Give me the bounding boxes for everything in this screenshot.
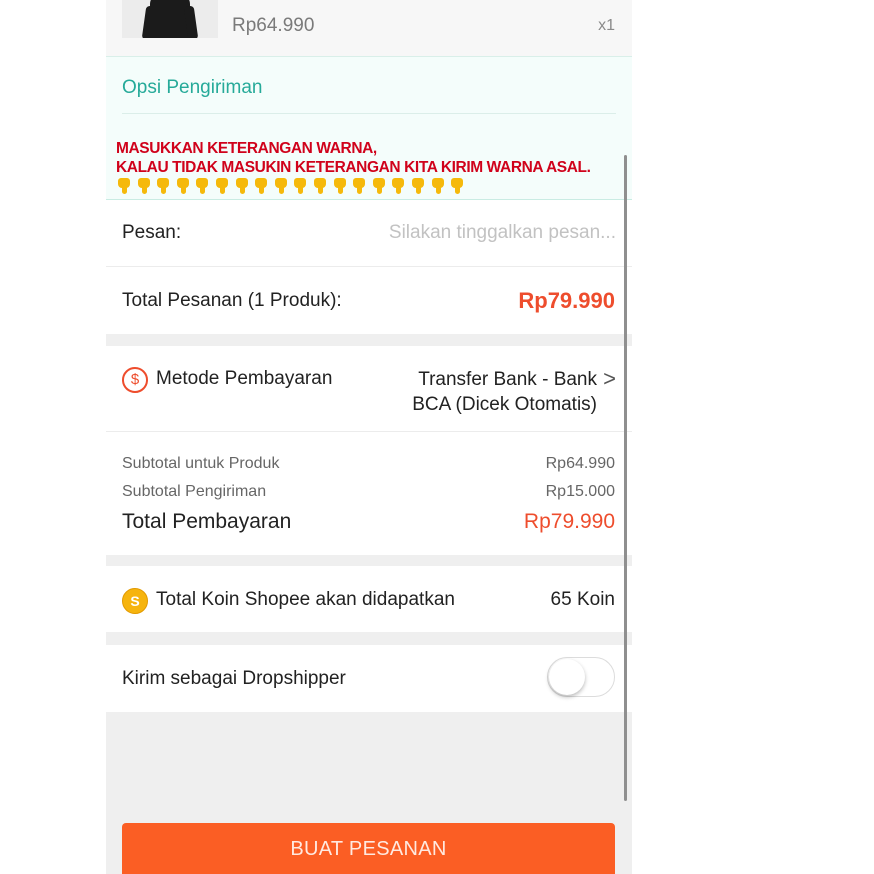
notice-line-2: KALAU TIDAK MASUKIN KETERANGAN KITA KIRI… bbox=[116, 159, 591, 176]
pointing-down-hand-icon bbox=[116, 178, 132, 194]
coins-value: 65 Koin bbox=[550, 589, 615, 610]
total-payment-value: Rp79.990 bbox=[523, 510, 615, 533]
pointing-down-hand-icon bbox=[214, 178, 230, 194]
shipping-options-section[interactable]: Opsi Pengiriman MASUKKAN KETERANGAN WARN… bbox=[106, 57, 632, 200]
scrollbar[interactable] bbox=[624, 155, 627, 801]
payment-value-line-2: BCA (Dicek Otomatis) bbox=[412, 394, 597, 415]
pointing-down-hand-icon bbox=[175, 178, 191, 194]
total-payment-label: Total Pembayaran bbox=[122, 510, 292, 533]
coins-label: Total Koin Shopee akan didapatkan bbox=[156, 589, 455, 610]
divider bbox=[122, 113, 616, 114]
pointing-down-emoji-row bbox=[116, 178, 465, 196]
shopee-coin-icon: S bbox=[122, 588, 148, 614]
pointing-down-hand-icon bbox=[292, 178, 308, 194]
dropshipper-toggle[interactable] bbox=[547, 657, 615, 697]
pointing-down-hand-icon bbox=[312, 178, 328, 194]
dollar-icon: $ bbox=[122, 367, 148, 393]
pointing-down-hand-icon bbox=[273, 178, 289, 194]
pointing-down-hand-icon bbox=[194, 178, 210, 194]
product-quantity: x1 bbox=[598, 17, 615, 34]
payment-method-label: Metode Pembayaran bbox=[156, 368, 333, 389]
payment-summary: Subtotal untuk Produk Rp64.990 Subtotal … bbox=[106, 432, 632, 555]
order-total-value: Rp79.990 bbox=[518, 288, 615, 313]
pointing-down-hand-icon bbox=[332, 178, 348, 194]
coins-row: S Total Koin Shopee akan didapatkan 65 K… bbox=[106, 566, 632, 632]
product-item: Rp64.990 x1 bbox=[106, 0, 632, 57]
pointing-down-hand-icon bbox=[449, 178, 465, 194]
product-thumbnail bbox=[122, 0, 218, 38]
pointing-down-hand-icon bbox=[390, 178, 406, 194]
place-order-button[interactable]: BUAT PESANAN bbox=[122, 823, 615, 874]
subtotal-shipping-value: Rp15.000 bbox=[545, 483, 615, 500]
pointing-down-hand-icon bbox=[155, 178, 171, 194]
subtotal-shipping-label: Subtotal Pengiriman bbox=[122, 483, 267, 500]
message-label: Pesan: bbox=[122, 222, 182, 243]
payment-method-row[interactable]: $ Metode Pembayaran Transfer Bank - Bank… bbox=[106, 346, 632, 432]
pointing-down-hand-icon bbox=[430, 178, 446, 194]
pointing-down-hand-icon bbox=[136, 178, 152, 194]
message-input[interactable]: Silakan tinggalkan pesan... bbox=[389, 222, 616, 244]
message-row[interactable]: Pesan: Silakan tinggalkan pesan... bbox=[106, 200, 632, 267]
checkout-screen: Rp64.990 x1 Opsi Pengiriman MASUKKAN KET… bbox=[106, 0, 632, 874]
pointing-down-hand-icon bbox=[253, 178, 269, 194]
order-total-row: Total Pesanan (1 Produk): Rp79.990 bbox=[106, 267, 632, 334]
product-price: Rp64.990 bbox=[232, 15, 315, 36]
order-total-label: Total Pesanan (1 Produk): bbox=[122, 290, 342, 311]
notice-line-1: MASUKKAN KETERANGAN WARNA, bbox=[116, 140, 377, 157]
payment-method-value: Transfer Bank - Bank BCA (Dicek Otomatis… bbox=[397, 367, 597, 417]
pointing-down-hand-icon bbox=[410, 178, 426, 194]
toggle-knob[interactable] bbox=[549, 659, 585, 695]
pointing-down-hand-icon bbox=[371, 178, 387, 194]
dropshipper-row: Kirim sebagai Dropshipper bbox=[106, 645, 632, 712]
seller-notice: MASUKKAN KETERANGAN WARNA, KALAU TIDAK M… bbox=[116, 139, 591, 177]
shipping-options-title[interactable]: Opsi Pengiriman bbox=[122, 77, 262, 99]
payment-value-line-1: Transfer Bank - Bank bbox=[418, 369, 597, 390]
dropshipper-label: Kirim sebagai Dropshipper bbox=[122, 668, 346, 689]
subtotal-product-label: Subtotal untuk Produk bbox=[122, 455, 280, 472]
pointing-down-hand-icon bbox=[234, 178, 250, 194]
pointing-down-hand-icon bbox=[351, 178, 367, 194]
subtotal-product-value: Rp64.990 bbox=[545, 455, 615, 472]
chevron-right-icon[interactable]: > bbox=[603, 366, 616, 392]
